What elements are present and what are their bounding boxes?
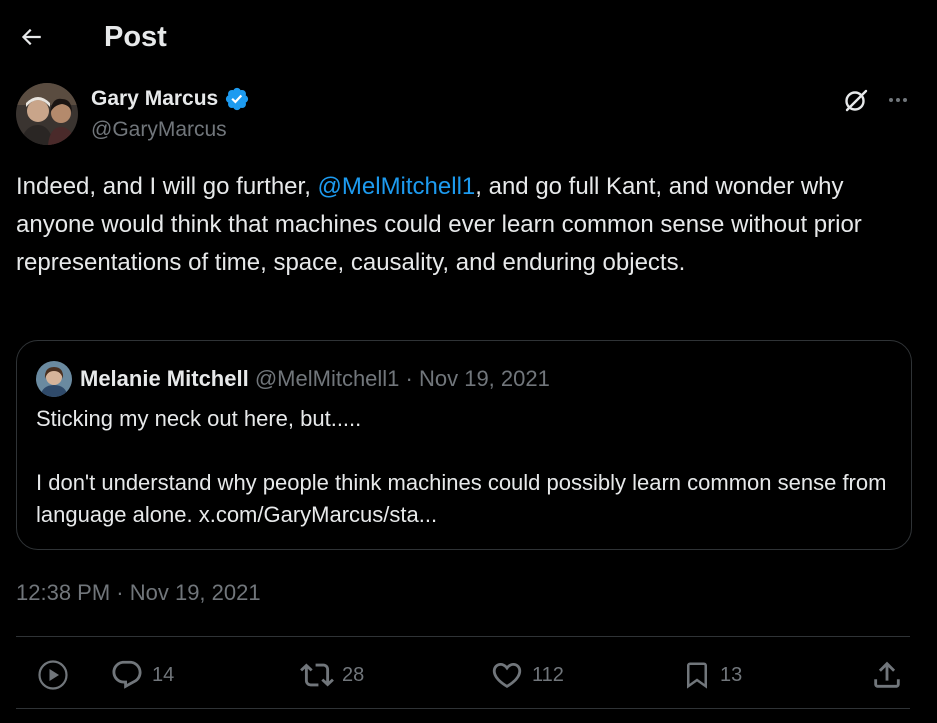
post-timestamp[interactable]: 12:38 PM · Nov 19, 2021 [16,578,261,608]
view-button[interactable] [36,656,70,694]
bookmark-button[interactable]: 13 [682,656,742,694]
author-name[interactable]: Gary Marcus [91,86,250,112]
heart-icon [492,662,522,688]
tweet-text-before: Indeed, and I will go further, [16,173,318,200]
author-name-text: Gary Marcus [91,87,219,110]
grok-button[interactable] [840,84,872,116]
action-bar: 14 28 112 13 [0,648,937,702]
like-button[interactable]: 112 [490,656,564,694]
share-button[interactable] [870,656,904,694]
repost-count: 28 [342,663,365,686]
author-handle[interactable]: @GaryMarcus [91,117,227,143]
divider [16,636,910,637]
quote-text: Sticking my neck out here, but..... I do… [36,403,896,531]
arrow-left-icon [21,28,41,46]
quote-author-avatar [36,361,72,397]
mention-link[interactable]: @MelMitchell1 [318,173,476,200]
share-icon [874,661,900,688]
bottom-divider [16,708,910,709]
play-circle-icon [38,660,68,690]
bookmark-count: 13 [720,663,743,686]
grok-icon [845,89,868,112]
quote-author-name: Melanie Mitchell [80,366,249,391]
like-count: 112 [532,663,564,686]
page-title: Post [104,21,167,53]
reply-icon [112,660,142,689]
quote-meta: @MelMitchell1 · Nov 19, 2021 [248,366,550,391]
more-dots-icon [889,98,907,102]
author-avatar[interactable] [16,83,78,145]
quote-line-2: I don't understand why people think mach… [36,470,887,527]
reply-button[interactable]: 14 [110,656,174,694]
tweet-text: Indeed, and I will go further, @MelMitch… [16,168,921,282]
quote-line-1: Sticking my neck out here, but..... [36,406,362,431]
reply-count: 14 [152,663,175,686]
bookmark-icon [687,662,707,689]
repost-icon [300,663,334,687]
quoted-post-card[interactable]: Melanie Mitchell @MelMitchell1 · Nov 19,… [16,340,912,550]
top-bar: Post [0,0,937,76]
repost-button[interactable]: 28 [300,656,364,694]
more-options-button[interactable] [882,84,914,116]
back-button[interactable] [10,16,52,58]
quote-header: Melanie Mitchell @MelMitchell1 · Nov 19,… [80,365,550,393]
verified-badge-icon [224,86,250,112]
